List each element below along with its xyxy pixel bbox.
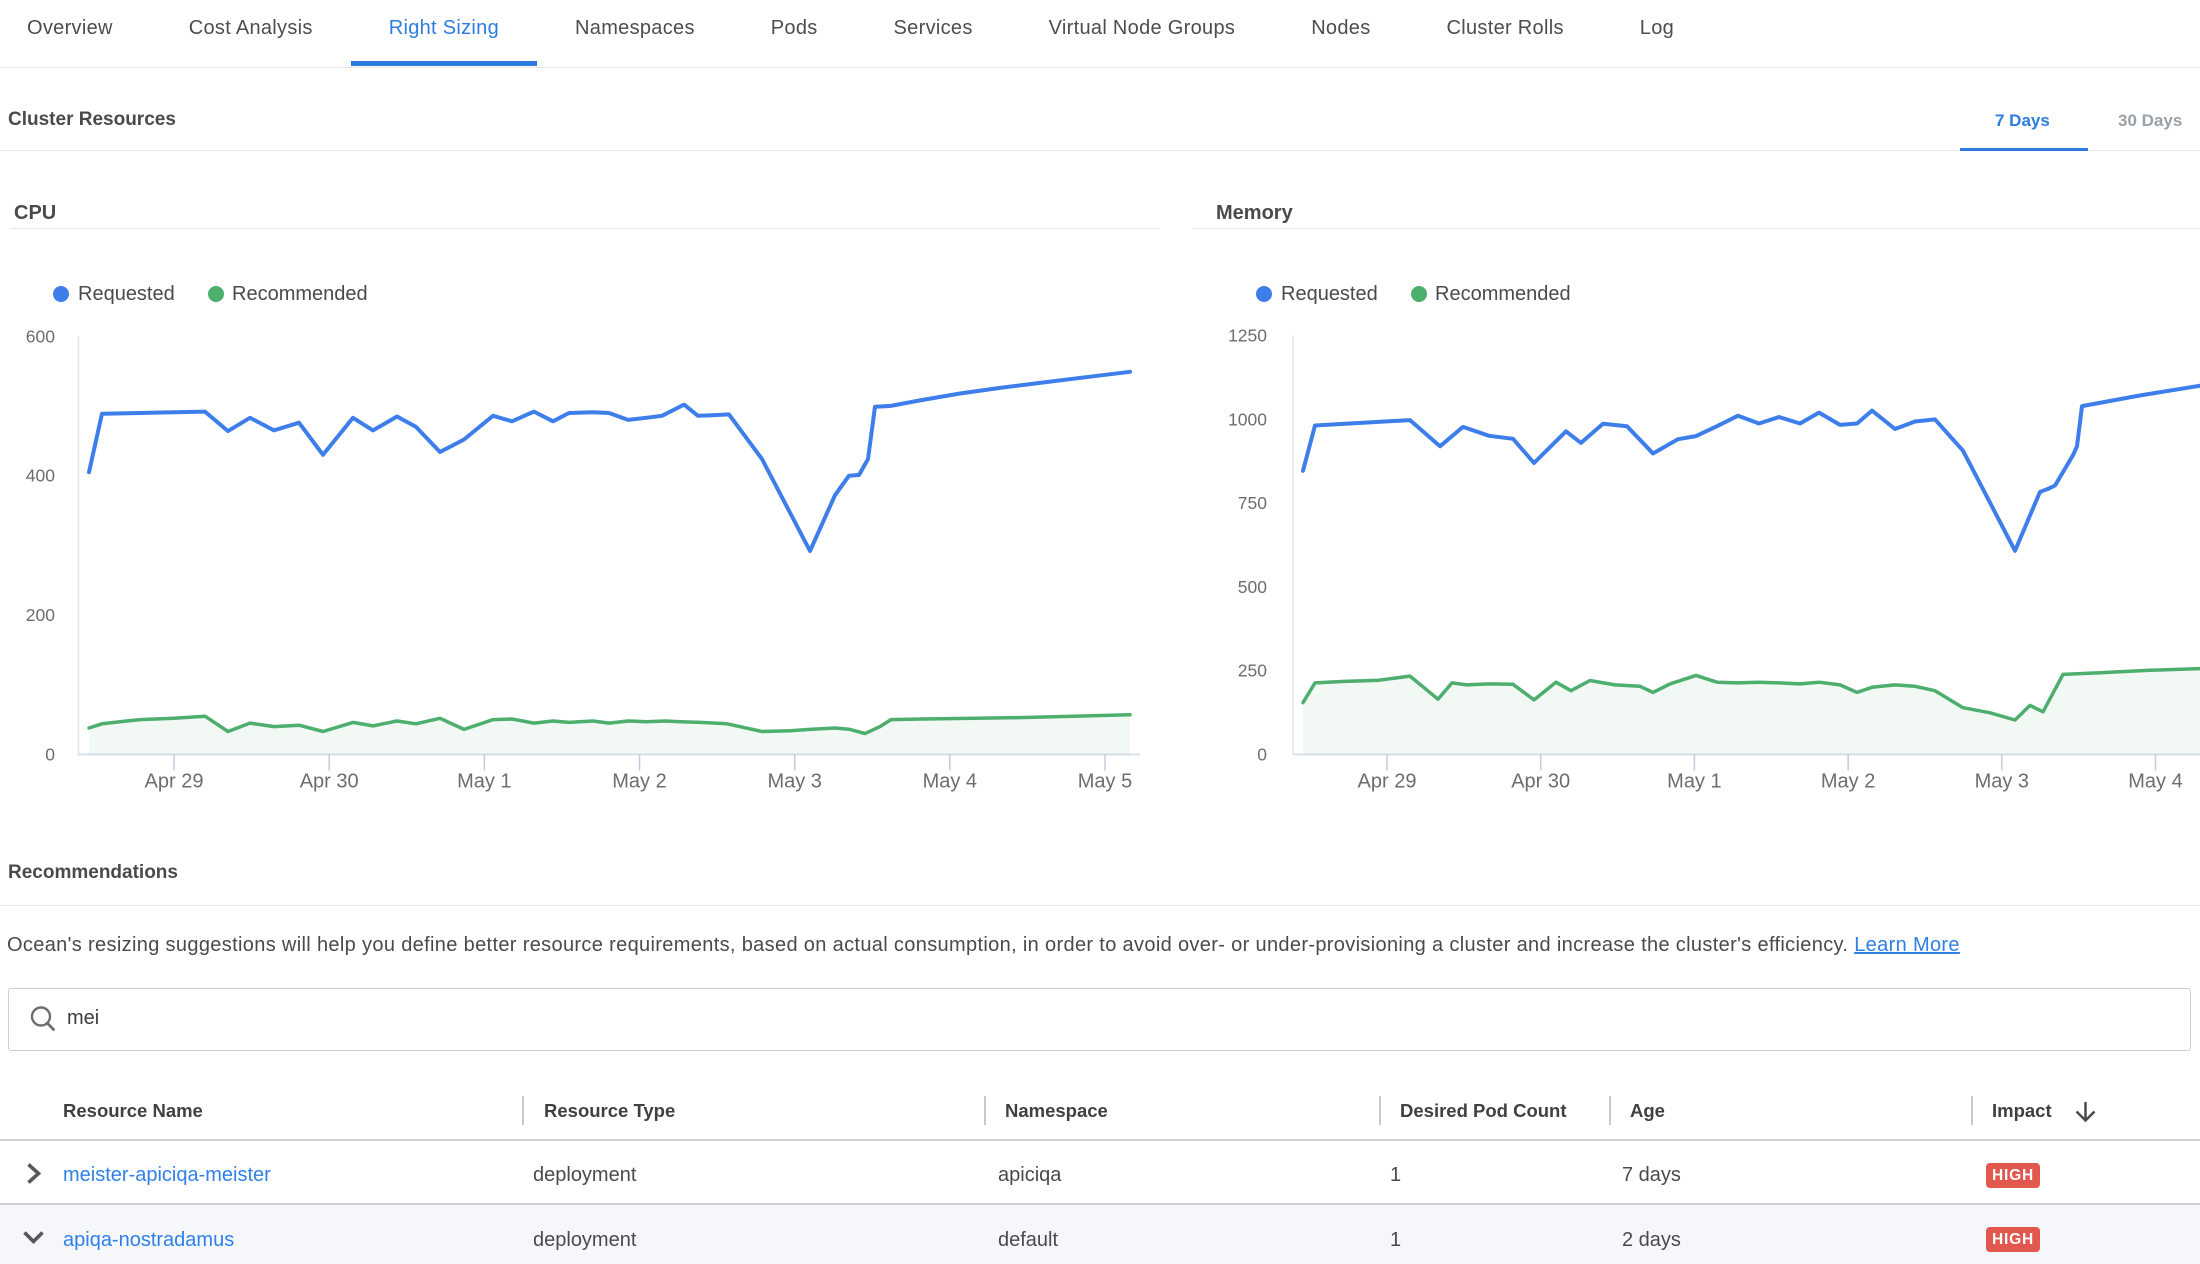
- svg-text:1250: 1250: [1228, 326, 1267, 346]
- svg-text:Apr 29: Apr 29: [1358, 771, 1417, 793]
- svg-text:May 4: May 4: [923, 771, 977, 793]
- svg-text:May 4: May 4: [2128, 771, 2182, 793]
- svg-text:250: 250: [1238, 661, 1267, 681]
- svg-text:May 1: May 1: [457, 771, 511, 793]
- svg-text:0: 0: [1257, 745, 1267, 765]
- svg-text:May 1: May 1: [1667, 771, 1721, 793]
- svg-text:1000: 1000: [1228, 409, 1267, 429]
- svg-text:500: 500: [1238, 577, 1267, 597]
- svg-text:May 3: May 3: [1975, 771, 2029, 793]
- svg-text:May 2: May 2: [1821, 771, 1875, 793]
- svg-text:Apr 30: Apr 30: [300, 771, 359, 793]
- svg-text:200: 200: [26, 605, 55, 625]
- svg-text:600: 600: [26, 326, 55, 346]
- svg-text:May 2: May 2: [612, 771, 666, 793]
- svg-text:Apr 29: Apr 29: [145, 771, 204, 793]
- svg-text:400: 400: [26, 466, 55, 486]
- svg-text:May 5: May 5: [1078, 771, 1132, 793]
- svg-text:May 3: May 3: [767, 771, 821, 793]
- svg-text:0: 0: [45, 745, 55, 765]
- svg-text:750: 750: [1238, 493, 1267, 513]
- svg-text:Apr 30: Apr 30: [1511, 771, 1570, 793]
